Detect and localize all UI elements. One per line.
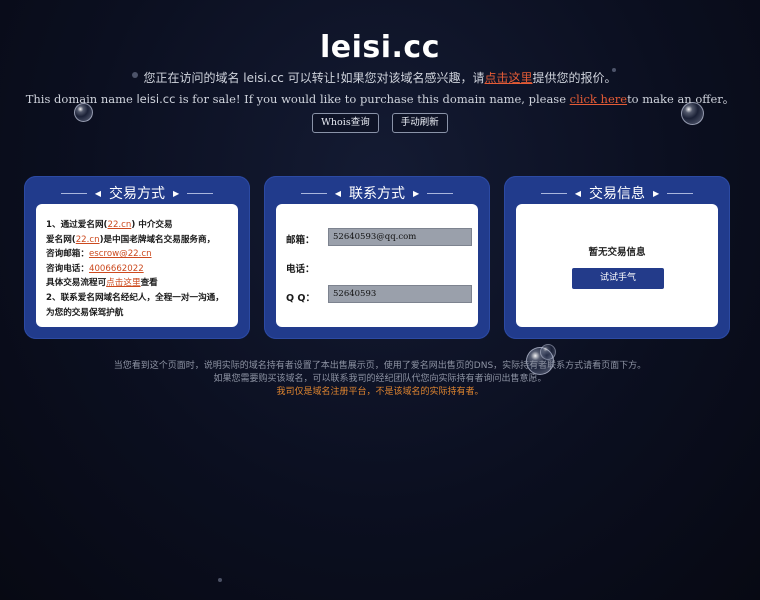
bubble-decoration — [218, 578, 222, 582]
broker-link[interactable]: 22.cn — [107, 220, 131, 230]
panel-header: ◀ 交易信息 ▶ — [504, 181, 730, 205]
whois-button[interactable]: Whois查询 — [312, 113, 379, 133]
sale-notice-cn-text: 您正在访问的域名 leisi.cc 可以转让!如果您对该域名感兴趣，请 — [143, 71, 485, 85]
footer-line-1: 当您看到这个页面时，说明实际的域名持有者设置了本出售展示页，使用了爱名网出售页的… — [113, 361, 647, 371]
deal-email: 咨询邮箱：escrow@22.cn — [46, 247, 230, 262]
sale-notice-en: This domain name leisi.cc is for sale! I… — [0, 91, 760, 107]
contact-qq-label: Q Q： — [286, 293, 315, 304]
trade-info-panel: ◀ 交易信息 ▶ 暂无交易信息 试试手气 — [504, 176, 730, 339]
deal-method-panel: ◀ 交易方式 ▶ 1、通过爱名网(22.cn) 中介交易 爱名网(22.cn)是… — [24, 176, 250, 339]
divider — [60, 192, 87, 194]
deal-flow: 具体交易流程可点击这里查看 — [46, 276, 230, 291]
sale-notice-cn: 您正在访问的域名 leisi.cc 可以转让!如果您对该域名感兴趣，请点击这里提… — [0, 69, 760, 86]
arrow-left-icon: ◀ — [94, 188, 101, 198]
domain-title: leisi.cc — [319, 30, 440, 65]
panel-body: 1、通过爱名网(22.cn) 中介交易 爱名网(22.cn)是中国老牌域名交易服… — [36, 204, 238, 327]
deal-flow-suffix: 查看 — [140, 278, 158, 289]
arrow-right-icon: ▶ — [653, 188, 660, 198]
contact-qq-field[interactable]: 52640593 — [328, 285, 472, 303]
sale-notice-en-text: This domain name — [25, 92, 137, 106]
deal-email-label: 咨询邮箱： — [46, 249, 89, 260]
offer-link-en[interactable]: click here — [570, 92, 627, 106]
contact-phone-label: 电话： — [286, 264, 315, 275]
contact-email-label: 邮箱： — [286, 235, 315, 246]
no-trade-info: 暂无交易信息 — [588, 247, 646, 258]
deal-email-link[interactable]: escrow@22.cn — [89, 249, 152, 259]
sale-notice-cn-suffix: 提供您的报价。 — [532, 71, 617, 85]
divider — [667, 192, 694, 194]
divider — [187, 192, 214, 194]
panel-body: 暂无交易信息 试试手气 — [516, 204, 718, 327]
panel-title: 交易信息 — [589, 186, 645, 202]
deal-line-1-text: 1、通过爱名网( — [46, 220, 108, 230]
deal-line-1: 1、通过爱名网(22.cn) 中介交易 — [46, 218, 230, 233]
deal-text: 1、通过爱名网(22.cn) 中介交易 爱名网(22.cn)是中国老牌域名交易服… — [36, 204, 238, 320]
offer-link-cn[interactable]: 点击这里 — [485, 71, 533, 85]
arrow-left-icon: ◀ — [334, 188, 341, 198]
deal-line-2: 爱名网(22.cn)是中国老牌域名交易服务商， — [46, 233, 230, 248]
divider — [427, 192, 454, 194]
contact-panel: ◀ 联系方式 ▶ 邮箱： 52640593@qq.com 电话： Q Q： 52… — [264, 176, 490, 339]
deal-phone-label: 咨询电话： — [46, 263, 89, 274]
refresh-button[interactable]: 手动刷新 — [391, 113, 448, 133]
panel-header: ◀ 交易方式 ▶ — [24, 181, 250, 205]
sale-notice-en-middle: is for sale! If you would like to purcha… — [175, 92, 570, 106]
panel-title: 交易方式 — [109, 186, 165, 202]
deal-phone-link[interactable]: 4006662022 — [89, 264, 144, 274]
arrow-right-icon: ▶ — [413, 188, 420, 198]
panel-title: 联系方式 — [349, 186, 405, 202]
sale-notice-en-domain: leisi.cc — [136, 92, 176, 106]
deal-phone: 咨询电话：4006662022 — [46, 262, 230, 277]
deal-flow-text: 具体交易流程可 — [46, 278, 107, 289]
try-luck-button[interactable]: 试试手气 — [572, 268, 664, 289]
deal-line-2-suffix: )是中国老牌域名交易服务商， — [99, 234, 216, 245]
deal-line-3: 2、联系爱名网域名经纪人，全程一对一沟通，为您的交易保驾护航 — [46, 292, 224, 318]
arrow-right-icon: ▶ — [173, 188, 180, 198]
deal-flow-link[interactable]: 点击这里 — [106, 278, 140, 288]
broker-link-2[interactable]: 22.cn — [76, 235, 100, 245]
footer-line-2: 如果您需要购买该域名，可以联系我司的经纪团队代您向实际持有者询问出售意愿。 — [213, 374, 547, 384]
deal-line-1-suffix: ) 中介交易 — [131, 220, 173, 230]
sale-notice-en-suffix: to make an offer。 — [627, 92, 735, 106]
arrow-left-icon: ◀ — [574, 188, 581, 198]
divider — [300, 192, 327, 194]
panel-header: ◀ 联系方式 ▶ — [264, 181, 490, 205]
divider — [540, 192, 567, 194]
header-buttons: Whois查询 手动刷新 — [0, 110, 760, 133]
contact-email-field[interactable]: 52640593@qq.com — [328, 228, 472, 246]
panel-body: 邮箱： 52640593@qq.com 电话： Q Q： 52640593 — [276, 204, 478, 327]
footer-disclaimer: 我司仅是域名注册平台，不是该域名的实际持有者。 — [276, 387, 484, 397]
deal-line-2-text: 爱名网( — [46, 234, 76, 245]
